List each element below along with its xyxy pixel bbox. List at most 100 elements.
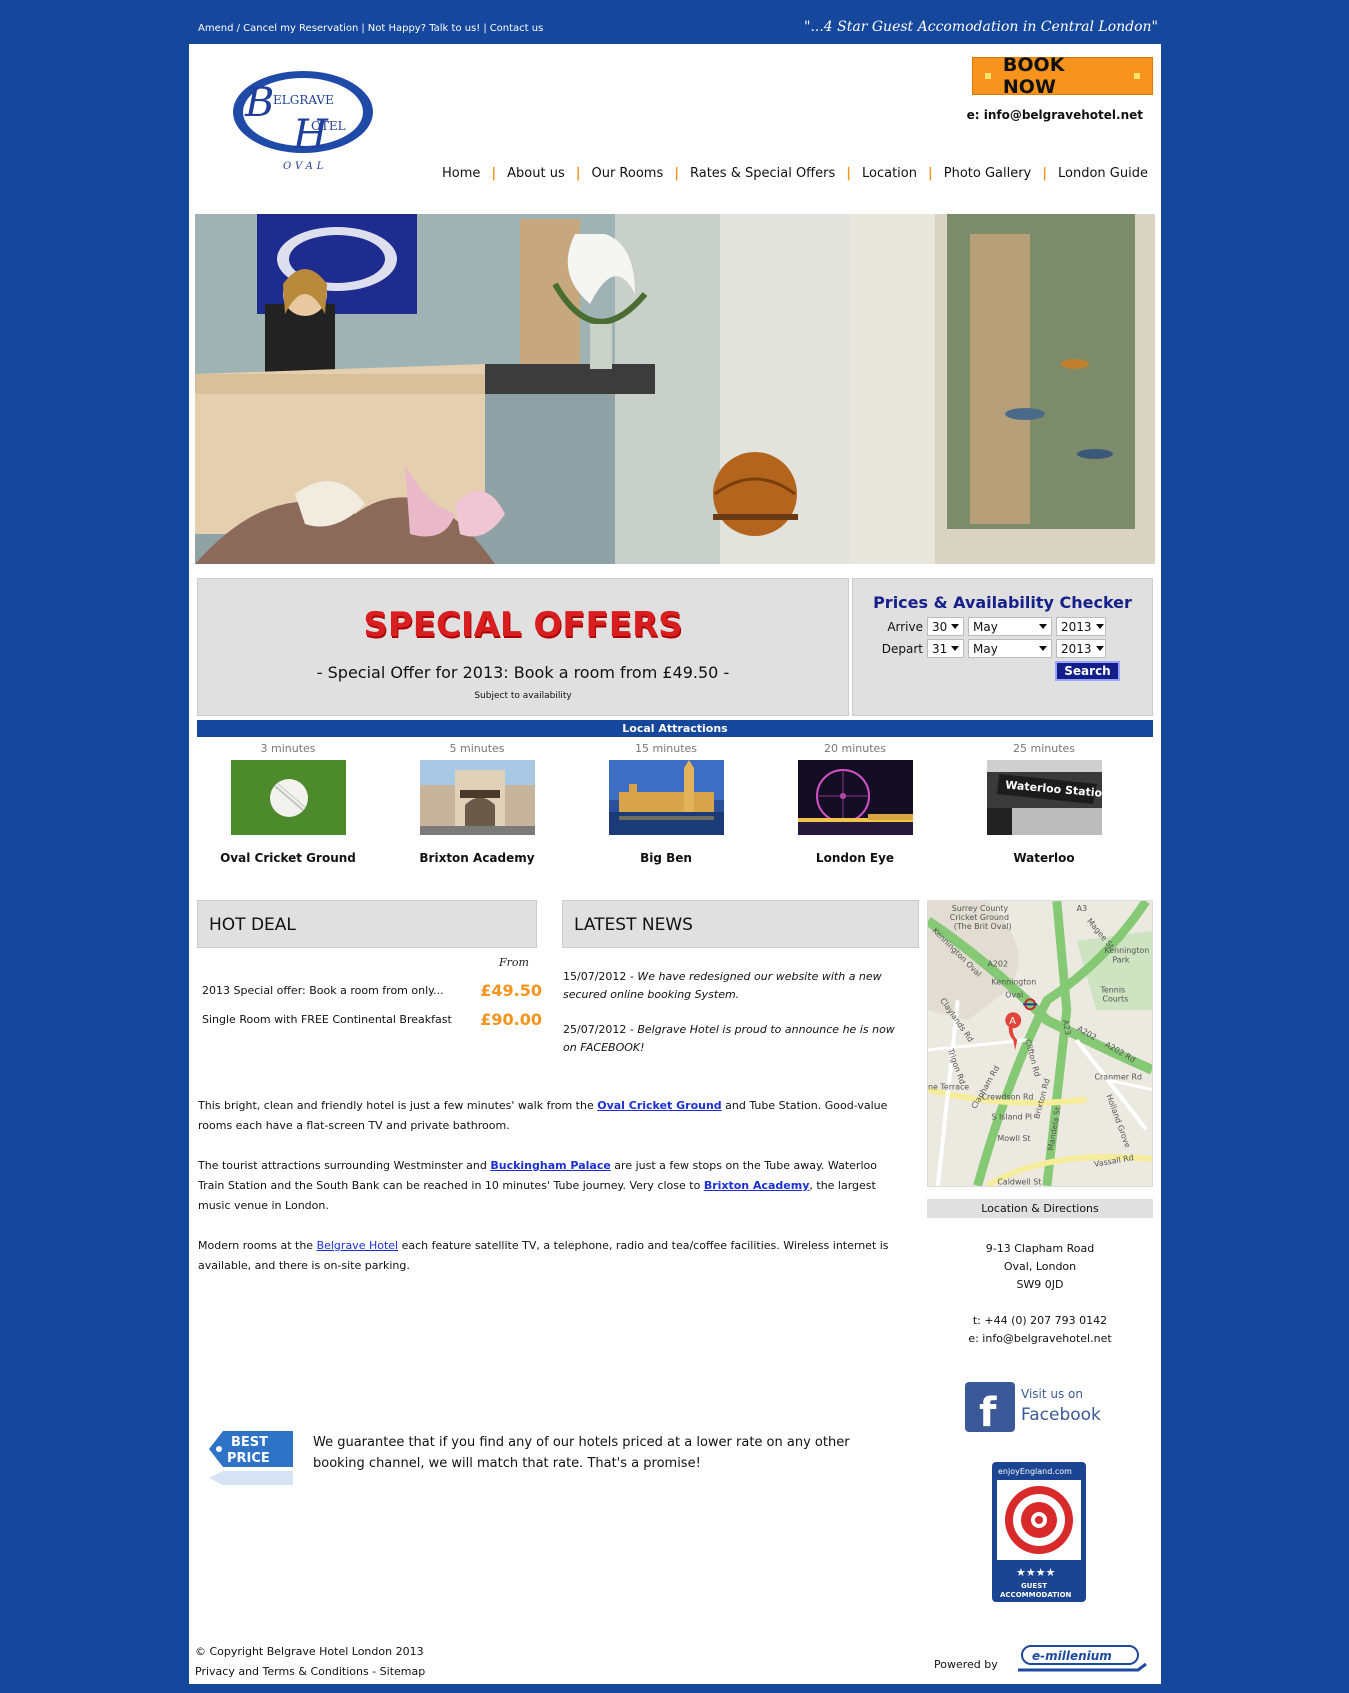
intro-paragraph-2: The tourist attractions surrounding West… (198, 1156, 898, 1216)
news-date: 15/07/2012 (563, 970, 627, 983)
sitemap-link[interactable]: Sitemap (380, 1665, 426, 1678)
hot-deal-row[interactable]: 2013 Special offer: Book a room from onl… (202, 981, 542, 1000)
depart-month-value: May (973, 641, 998, 656)
header-email[interactable]: e: info@belgravehotel.net (967, 108, 1143, 122)
attraction-london-eye[interactable]: 20 minutes London Eye (765, 742, 945, 865)
depart-year-select[interactable]: 2013 (1056, 639, 1106, 658)
chevron-down-icon (951, 624, 960, 629)
enjoy-england-line2: ACCOMMODATION (1000, 1591, 1072, 1599)
amend-reservation-link[interactable]: Amend / Cancel my Reservation (198, 23, 358, 34)
belgrave-hotel-link[interactable]: Belgrave Hotel (317, 1239, 399, 1252)
hot-deal-price: £90.00 (480, 1010, 542, 1029)
hot-deal-label: Single Room with FREE Continental Breakf… (202, 1013, 452, 1026)
book-now-button[interactable]: BOOK NOW (972, 54, 1153, 98)
attraction-oval-cricket[interactable]: 3 minutes Oval Cricket Ground (198, 742, 378, 865)
map-label: Cricket Ground (950, 913, 1009, 922)
nav-home[interactable]: Home (431, 166, 491, 181)
oval-cricket-ground-link[interactable]: Oval Cricket Ground (597, 1099, 721, 1112)
chevron-down-icon (1095, 646, 1104, 651)
logo-initial-b: B (244, 80, 274, 126)
map-label: (The Brit Oval) (954, 922, 1012, 931)
depart-day-select[interactable]: 31 (927, 639, 964, 658)
cricket-ball-image (230, 760, 346, 835)
top-links: Amend / Cancel my Reservation | Not Happy?… (198, 23, 543, 34)
privacy-terms-link[interactable]: Privacy and Terms & Conditions (195, 1665, 369, 1678)
london-eye-image (797, 760, 913, 835)
contact-link[interactable]: Contact us (490, 23, 544, 34)
belgrave-hotel-logo[interactable]: B H ELGRAVE OTEL OVAL (225, 66, 385, 174)
logo-line2: OTEL (311, 119, 346, 133)
phone-number: t: +44 (0) 207 793 0142 (972, 1314, 1108, 1327)
nav-about[interactable]: About us (496, 166, 576, 181)
buckingham-palace-link[interactable]: Buckingham Palace (490, 1159, 610, 1172)
logo-sub: OVAL (283, 161, 327, 172)
attraction-name: Oval Cricket Ground (220, 851, 356, 865)
arrive-day-select[interactable]: 30 (927, 617, 964, 636)
location-directions-heading[interactable]: Location & Directions (927, 1199, 1153, 1218)
map-label: Courts (1102, 994, 1128, 1003)
hot-deal-row[interactable]: Single Room with FREE Continental Breakf… (202, 1010, 542, 1029)
enjoy-england-line1: GUEST (1021, 1582, 1047, 1590)
intro-paragraph-1: This bright, clean and friendly hotel is… (198, 1096, 898, 1136)
attraction-big-ben[interactable]: 15 minutes Big Ben (576, 742, 756, 865)
special-offers-banner[interactable]: SPECIAL OFFERS - Special Offer for 2013:… (197, 578, 849, 716)
news-item: 15/07/2012 - We have redesigned our webs… (563, 968, 905, 1004)
map-label: Tennis (1099, 985, 1125, 994)
map-label: Mowll St (997, 1134, 1030, 1143)
hero-reception-photo (195, 214, 1155, 564)
best-price-line1: BEST (231, 1435, 268, 1450)
nav-rooms[interactable]: Our Rooms (580, 166, 674, 181)
e-millenium-logo[interactable]: e-millenium (1018, 1640, 1150, 1676)
attraction-minutes: 15 minutes (634, 742, 698, 755)
attraction-waterloo[interactable]: 25 minutes Waterloo Station Waterloo (954, 742, 1134, 865)
facebook-button[interactable]: f Visit us on Facebook (965, 1380, 1105, 1434)
best-price-badge: BEST PRICE (209, 1431, 293, 1485)
body-text: This bright, clean and friendly hotel is… (198, 1099, 598, 1112)
nav-location[interactable]: Location (851, 166, 928, 181)
page-container: B H ELGRAVE OTEL OVAL BOOK NOW e: info@b… (189, 44, 1161, 1684)
location-map[interactable]: A Surrey County Cricket Ground (The Brit… (927, 900, 1153, 1187)
arrive-row: Arrive 30 May 2013 (877, 617, 1110, 636)
checker-title: Prices & Availability Checker (873, 593, 1132, 612)
arrive-month-select[interactable]: May (968, 617, 1052, 636)
nav-gallery[interactable]: Photo Gallery (933, 166, 1043, 181)
attraction-brixton-academy[interactable]: 5 minutes Brixton Academy (387, 742, 567, 865)
footer-links: Privacy and Terms & Conditions - Sitemap (195, 1665, 426, 1678)
attraction-name: Big Ben (640, 851, 692, 865)
map-label: Caldwell St (997, 1178, 1041, 1187)
depart-label: Depart (881, 641, 923, 656)
depart-row: Depart 31 May 2013 (877, 639, 1110, 658)
arrive-year-select[interactable]: 2013 (1056, 617, 1106, 636)
nav-london-guide[interactable]: London Guide (1047, 166, 1159, 181)
attraction-minutes: 20 minutes (823, 742, 887, 755)
depart-year-value: 2013 (1061, 641, 1092, 656)
nav-rates[interactable]: Rates & Special Offers (679, 166, 846, 181)
best-price-text: We guarantee that if you find any of our… (313, 1435, 850, 1471)
separator: | (483, 23, 487, 34)
latest-news-heading: LATEST NEWS (562, 900, 919, 948)
copyright: © Copyright Belgrave Hotel London 2013 (195, 1645, 424, 1658)
chevron-down-icon (1039, 624, 1047, 629)
contact-email[interactable]: e: info@belgravehotel.net (927, 1330, 1153, 1348)
map-label: Surrey County (952, 904, 1009, 913)
search-button[interactable]: Search (1055, 661, 1120, 681)
facebook-line2: Facebook (1021, 1405, 1101, 1425)
special-offers-note: Subject to availability (474, 691, 572, 701)
brixton-academy-link[interactable]: Brixton Academy (704, 1179, 810, 1192)
powered-by: Powered by (934, 1658, 998, 1671)
book-now-label: BOOK NOW (1002, 54, 1065, 98)
special-offers-title: SPECIAL OFFERS (363, 605, 683, 645)
rating-stars: ★★★★ (1016, 1566, 1056, 1579)
depart-month-select[interactable]: May (968, 639, 1052, 658)
brixton-academy-image (419, 760, 535, 835)
not-happy-link[interactable]: Not Happy? Talk to us! (368, 23, 481, 34)
address-line: 9-13 Clapham Road (985, 1242, 1095, 1255)
facebook-line1: Visit us on (1021, 1387, 1083, 1401)
local-attractions-heading: Local Attractions (197, 720, 1153, 737)
hot-deal-price: £49.50 (480, 981, 542, 1000)
hot-deal-label: 2013 Special offer: Book a room from onl… (202, 984, 444, 997)
best-price-line2: PRICE (227, 1451, 270, 1466)
map-label: Park (1112, 956, 1130, 965)
separator: | (361, 23, 365, 34)
waterloo-station-image: Waterloo Station (986, 760, 1110, 835)
